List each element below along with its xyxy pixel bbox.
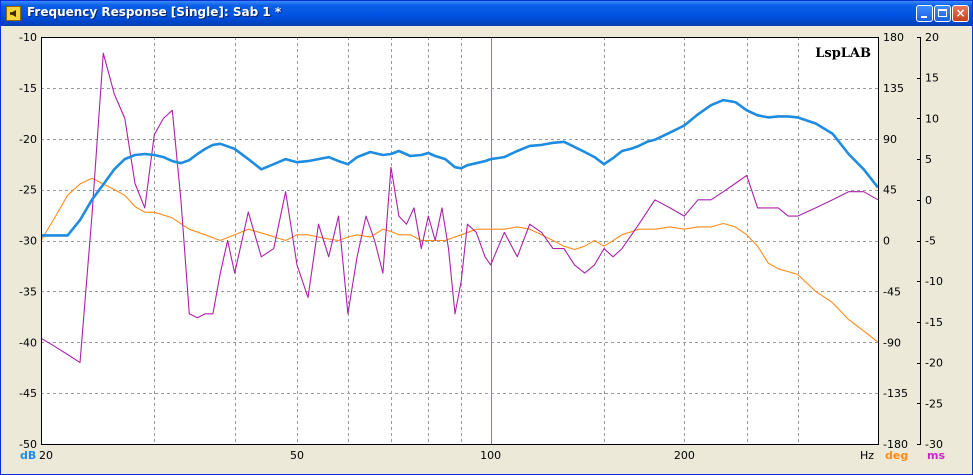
y-tick-label-db: -25 [19,184,37,197]
x-tick-label: 100 [480,449,501,462]
unit-label-ms: ms [927,449,945,462]
y-tick-label-deg: 180 [883,31,904,44]
y-tick-label-ms: 10 [925,112,939,125]
y-tick-label-db: -45 [19,387,37,400]
minimize-icon [921,16,927,18]
minimize-button[interactable] [916,5,933,22]
x-tick-label: 20 [39,449,53,462]
close-button[interactable]: × [952,5,969,22]
y-tick-label-deg: 90 [883,133,897,146]
y-tick-label-ms: 15 [925,72,939,85]
title-bar[interactable]: Frequency Response [Single]: Sab 1 * × [1,1,972,26]
unit-label-deg: deg [885,449,908,462]
close-icon: × [955,6,966,20]
y-tick-label-deg: -45 [883,285,901,298]
y-tick-label-deg: 0 [883,235,890,248]
watermark-logo: LspLAB [815,46,871,61]
y-tick-label-ms: 0 [925,194,932,207]
y-tick-label-ms: 5 [925,153,932,166]
y-tick-label-ms: -25 [925,397,943,410]
y-tick-label-db: -35 [19,285,37,298]
x-tick-label: 200 [674,449,695,462]
unit-label-db: dB [20,449,36,462]
y-tick-label-ms: -5 [925,235,936,248]
frequency-response-window: Frequency Response [Single]: Sab 1 * × -… [0,0,973,475]
y-tick-label-ms: 20 [925,31,939,44]
y-tick-label-ms: -10 [925,275,943,288]
window-title: Frequency Response [Single]: Sab 1 * [27,5,282,19]
speaker-icon[interactable] [6,6,21,21]
y-tick-label-db: -30 [19,235,37,248]
y-tick-label-db: -10 [19,31,37,44]
y-tick-label-db: -20 [19,133,37,146]
y-tick-label-deg: -90 [883,336,901,349]
y-tick-label-db: -15 [19,82,37,95]
y-tick-label-ms: -15 [925,316,943,329]
unit-label-hz: Hz [860,449,874,462]
y-tick-label-db: -40 [19,336,37,349]
maximize-button[interactable] [934,5,951,22]
y-tick-label-deg: 45 [883,184,897,197]
y-tick-label-deg: 135 [883,82,904,95]
maximize-icon [938,9,947,17]
frequency-response-chart[interactable]: -10 -15 -20 -25 -30 -35 -40 -45 -5 0 180 135 90 45 0 -4… [1,26,972,474]
y-tick-label-ms: -20 [925,357,943,370]
y-tick-label-deg: -135 [883,387,908,400]
x-tick-label: 50 [290,449,304,462]
